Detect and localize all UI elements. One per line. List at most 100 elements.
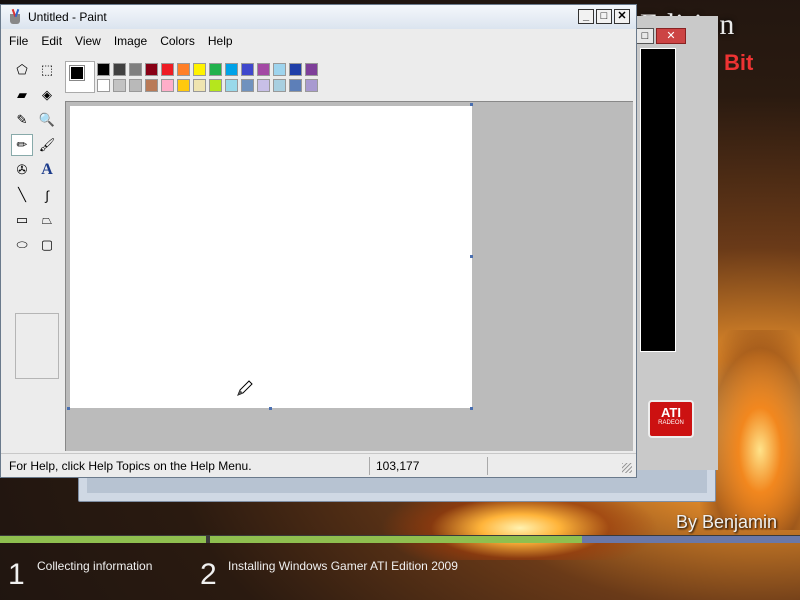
palette-swatch[interactable] [161, 79, 174, 92]
tool-brush-icon[interactable]: 🖌 [36, 134, 58, 156]
close-button[interactable]: ✕ [614, 9, 630, 24]
line-icon: ╲ [18, 187, 26, 202]
color-palette [97, 63, 323, 92]
step2-number: 2 [200, 558, 217, 591]
fill-icon: ◈ [42, 87, 52, 102]
pencil-cursor-icon [237, 380, 253, 396]
pencil-icon: ✏ [16, 137, 28, 152]
palette-swatch[interactable] [209, 79, 222, 92]
step1-progress-bar [0, 536, 206, 543]
tool-ellipse-icon[interactable]: ⬭ [11, 234, 33, 256]
resize-handle-top[interactable] [470, 103, 473, 106]
tool-magnifier-icon[interactable]: 🔍 [36, 109, 58, 131]
palette-swatch[interactable] [161, 63, 174, 76]
palette-swatch[interactable] [241, 63, 254, 76]
palette-swatch[interactable] [225, 79, 238, 92]
palette-swatch[interactable] [225, 63, 238, 76]
palette-swatch[interactable] [289, 79, 302, 92]
window-title: Untitled - Paint [28, 10, 107, 24]
menu-colors[interactable]: Colors [160, 34, 195, 48]
palette-swatch[interactable] [97, 63, 110, 76]
palette-swatch[interactable] [113, 63, 126, 76]
step2-progress-bar [210, 536, 582, 543]
step2-label: Installing Windows Gamer ATI Edition 200… [228, 559, 458, 573]
remaining-progress-bar [582, 536, 800, 543]
brush-icon: 🖌 [38, 137, 56, 152]
menu-file[interactable]: File [9, 34, 28, 48]
current-colors[interactable] [65, 61, 95, 93]
resize-handle-bottom-left[interactable] [67, 407, 70, 410]
minimize-button[interactable]: _ [578, 9, 594, 24]
setup-window-buttons: □ ✕ [636, 28, 686, 44]
tool-pencil-icon[interactable]: ✏ [11, 134, 33, 156]
palette-swatch[interactable] [289, 63, 302, 76]
tool-rectangle-icon[interactable]: ▭ [11, 209, 33, 231]
setup-maximize-button[interactable]: □ [636, 28, 654, 44]
ati-logo-text: ATI [661, 405, 681, 420]
tool-text-icon[interactable]: A [36, 159, 58, 181]
ati-logo-subtext: RADEON [658, 420, 684, 426]
setup-close-button[interactable]: ✕ [656, 28, 686, 44]
rect-select-icon: ⬚ [40, 62, 54, 77]
foreground-color-swatch[interactable] [69, 65, 85, 81]
palette-swatch[interactable] [97, 79, 110, 92]
wallpaper-author: By Benjamin [676, 512, 778, 532]
tool-free-form-select-icon[interactable]: ⬠ [11, 59, 33, 81]
tool-curve-icon[interactable]: ∫ [36, 184, 58, 206]
palette-swatch[interactable] [305, 63, 318, 76]
setup-black-panel [640, 48, 676, 352]
step1-number: 1 [8, 558, 25, 591]
status-coordinates: 103,177 [369, 456, 487, 475]
menu-bar: File Edit View Image Colors Help [1, 30, 636, 52]
curve-icon: ∫ [45, 187, 49, 203]
menu-view[interactable]: View [75, 34, 101, 48]
tool-color-picker-icon[interactable]: ✎ [11, 109, 33, 131]
drawing-canvas[interactable] [70, 106, 472, 408]
tool-fill-icon[interactable]: ◈ [36, 84, 58, 106]
toolbox: ⬠ ⬚ ▰ ◈ ✎ 🔍 ✏ 🖌 ✇ A ╲ ∫ ▭ ⏢ ⬭ ▢ [9, 55, 61, 451]
tool-airbrush-icon[interactable]: ✇ [11, 159, 33, 181]
palette-swatch[interactable] [129, 63, 142, 76]
canvas-scroll-area[interactable] [65, 101, 633, 451]
maximize-button[interactable]: □ [596, 9, 612, 24]
tool-line-icon[interactable]: ╲ [11, 184, 33, 206]
palette-swatch[interactable] [273, 63, 286, 76]
resize-handle-bottom[interactable] [269, 407, 272, 410]
status-help-text: For Help, click Help Topics on the Help … [9, 458, 252, 473]
paint-titlebar[interactable]: Untitled - Paint _ □ ✕ [1, 5, 636, 29]
palette-swatch[interactable] [177, 79, 190, 92]
palette-swatch[interactable] [193, 63, 206, 76]
resize-handle-right[interactable] [470, 255, 473, 258]
palette-swatch[interactable] [209, 63, 222, 76]
paint-app-icon [7, 8, 23, 25]
resize-handle-corner[interactable] [470, 407, 473, 410]
palette-swatch[interactable] [129, 79, 142, 92]
wallpaper-bit-label: Bit [724, 50, 754, 75]
palette-swatch[interactable] [305, 79, 318, 92]
resize-grip-icon[interactable] [622, 463, 632, 473]
menu-edit[interactable]: Edit [41, 34, 62, 48]
palette-swatch[interactable] [113, 79, 126, 92]
palette-swatch[interactable] [145, 63, 158, 76]
palette-swatch[interactable] [193, 79, 206, 92]
tool-rounded-rect-icon[interactable]: ▢ [36, 234, 58, 256]
tool-rect-select-icon[interactable]: ⬚ [36, 59, 58, 81]
tool-eraser-icon[interactable]: ▰ [11, 84, 33, 106]
airbrush-icon: ✇ [16, 162, 28, 177]
palette-swatch[interactable] [241, 79, 254, 92]
palette-swatch[interactable] [145, 79, 158, 92]
tool-options-box[interactable] [15, 313, 59, 379]
menu-help[interactable]: Help [208, 34, 233, 48]
palette-swatch[interactable] [257, 63, 270, 76]
palette-swatch[interactable] [257, 79, 270, 92]
polygon-icon: ⏢ [41, 212, 53, 227]
palette-swatch[interactable] [273, 79, 286, 92]
magnifier-icon: 🔍 [38, 112, 56, 127]
free-form-select-icon: ⬠ [16, 62, 28, 77]
menu-image[interactable]: Image [114, 34, 147, 48]
step1-label: Collecting information [37, 559, 153, 573]
rounded-rect-icon: ▢ [40, 237, 54, 252]
ati-logo: ATI RADEON [648, 400, 694, 438]
tool-polygon-icon[interactable]: ⏢ [36, 209, 58, 231]
palette-swatch[interactable] [177, 63, 190, 76]
